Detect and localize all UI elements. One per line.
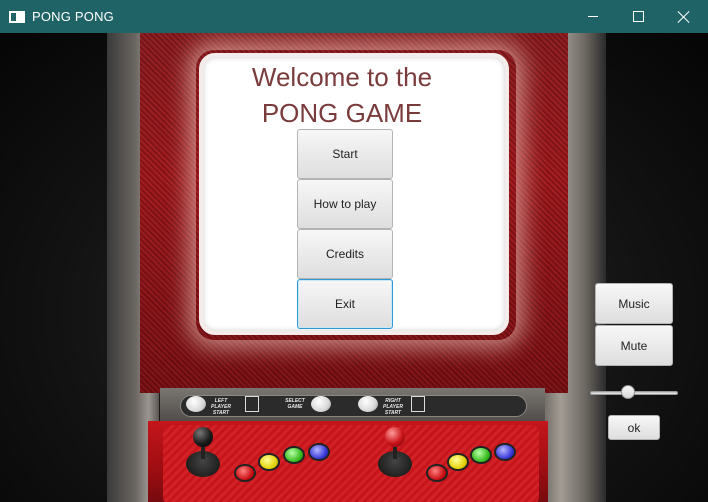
ok-button[interactable]: ok <box>608 415 660 440</box>
arcade-scene: Welcome to the PONG GAME Start How to pl… <box>0 33 708 502</box>
window-title: PONG PONG <box>32 9 114 24</box>
volume-slider-thumb[interactable] <box>621 385 636 399</box>
music-button[interactable]: Music <box>595 283 673 324</box>
welcome-line-2: PONG GAME <box>261 98 423 128</box>
right-green-button-icon <box>470 446 492 464</box>
close-button[interactable] <box>661 0 707 33</box>
minimize-button[interactable] <box>570 0 616 33</box>
start-button[interactable]: Start <box>297 129 393 179</box>
right-yellow-button-icon <box>447 453 469 471</box>
how-to-play-button[interactable]: How to play <box>297 179 393 229</box>
left-green-button-icon <box>283 446 305 464</box>
mute-button[interactable]: Mute <box>595 325 673 366</box>
right-red-button-icon <box>426 464 448 482</box>
title-bar[interactable]: PONG PONG <box>0 0 708 33</box>
close-icon <box>678 11 690 23</box>
maximize-button[interactable] <box>615 0 661 33</box>
app-window-icon <box>9 10 25 23</box>
right-player-start-knob <box>358 396 378 412</box>
left-blue-button-icon <box>308 443 330 461</box>
right-player-start-label: RIGHT PLAYER START <box>383 398 403 416</box>
select-game-knob <box>311 396 331 412</box>
credits-button[interactable]: Credits <box>297 229 393 279</box>
left-coin-slot <box>245 396 259 412</box>
left-red-button-icon <box>234 464 256 482</box>
select-game-label: SELECT GAME <box>285 398 305 410</box>
exit-button[interactable]: Exit <box>297 279 393 329</box>
left-joystick-icon <box>193 427 213 447</box>
left-player-start-knob <box>186 396 206 412</box>
right-blue-button-icon <box>494 443 516 461</box>
welcome-heading: Welcome to the PONG GAME <box>200 59 484 131</box>
right-joystick-icon <box>385 427 405 447</box>
minimize-icon <box>588 16 598 17</box>
left-player-start-label: LEFT PLAYER START <box>211 398 231 416</box>
maximize-icon <box>632 11 644 22</box>
left-yellow-button-icon <box>258 453 280 471</box>
app-window: PONG PONG Welcome to the PONG GAME Start… <box>0 0 708 502</box>
right-coin-slot <box>411 396 425 412</box>
welcome-line-1: Welcome to the <box>251 62 433 92</box>
